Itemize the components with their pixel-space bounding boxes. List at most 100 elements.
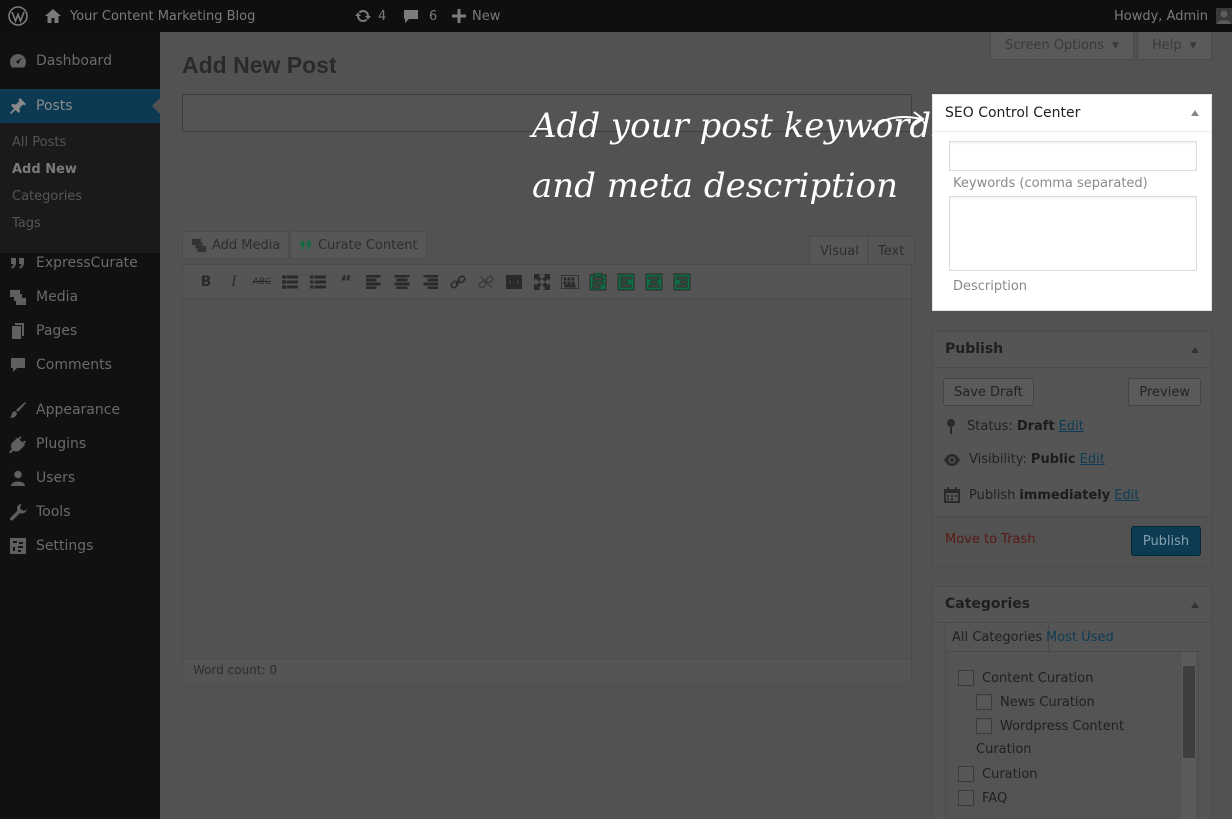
sidebar-item-label: Appearance — [36, 402, 121, 418]
category-checkbox[interactable] — [958, 670, 974, 686]
description-textarea[interactable] — [949, 196, 1197, 271]
help-button[interactable]: Help ▼ — [1137, 32, 1212, 60]
sidebar-item-plugins[interactable]: Plugins — [0, 427, 160, 461]
sidebar-item-media[interactable]: Media — [0, 280, 160, 314]
category-label: Content Curation — [982, 670, 1094, 686]
calendar-icon — [943, 486, 961, 504]
publish-box-header[interactable]: Publish — [933, 332, 1211, 368]
sidebar-item-label: Plugins — [36, 436, 87, 452]
updates-link[interactable]: 4 — [354, 0, 386, 32]
seo-box-title: SEO Control Center — [945, 105, 1081, 121]
sidebar-item-settings[interactable]: Settings — [0, 529, 160, 563]
bulleted-list-icon[interactable] — [281, 273, 299, 291]
sidebar-item-pages[interactable]: Pages — [0, 314, 160, 348]
categories-box-header[interactable]: Categories — [933, 587, 1211, 623]
curate-align-center-icon[interactable] — [645, 273, 663, 291]
list-item[interactable]: FAQ — [958, 790, 1007, 806]
collapse-toggle-icon[interactable] — [1191, 110, 1199, 116]
link-icon[interactable] — [449, 273, 467, 291]
category-scrollbar[interactable] — [1182, 652, 1196, 819]
post-content-editor[interactable]: B I ABC “ Word count: 0 — [182, 264, 912, 682]
category-checkbox[interactable] — [976, 694, 992, 710]
submenu-item-add-new[interactable]: Add New — [12, 162, 77, 177]
keywords-input[interactable] — [949, 141, 1197, 171]
edit-status-link[interactable]: Edit — [1059, 419, 1084, 434]
collapse-toggle-icon[interactable] — [1191, 602, 1199, 608]
tab-all-categories[interactable]: All Categories — [945, 622, 1050, 652]
comments-link[interactable]: 6 — [403, 0, 437, 32]
word-count: Word count: 0 — [183, 658, 911, 682]
new-content-link[interactable]: New — [452, 0, 500, 32]
sidebar-item-label: Comments — [36, 357, 112, 373]
align-right-icon[interactable] — [421, 273, 439, 291]
sidebar-item-tools[interactable]: Tools — [0, 495, 160, 529]
wordpress-logo-icon[interactable] — [8, 0, 28, 32]
sidebar-item-label: Pages — [36, 323, 78, 339]
brush-icon — [0, 401, 36, 419]
publish-box: Publish Save Draft Preview Status: Draft… — [932, 331, 1212, 567]
curate-align-right-icon[interactable] — [673, 273, 691, 291]
edit-schedule-link[interactable]: Edit — [1114, 488, 1139, 503]
align-left-icon[interactable] — [365, 273, 383, 291]
tab-visual[interactable]: Visual — [809, 236, 870, 266]
sidebar-item-expresscurate[interactable]: ExpressCurate — [0, 246, 160, 280]
numbered-list-icon[interactable] — [309, 273, 327, 291]
comments-count: 6 — [429, 8, 438, 24]
list-item[interactable]: Curation — [958, 766, 1038, 782]
edit-visibility-link[interactable]: Edit — [1080, 452, 1105, 467]
bold-icon[interactable]: B — [197, 273, 215, 291]
save-draft-button[interactable]: Save Draft — [943, 378, 1034, 406]
category-checkbox[interactable] — [958, 766, 974, 782]
category-checkbox[interactable] — [976, 718, 992, 734]
read-more-icon[interactable] — [505, 273, 523, 291]
add-media-label: Add Media — [212, 237, 281, 253]
curate-content-button[interactable]: Curate Content — [290, 231, 427, 259]
category-checkbox[interactable] — [958, 790, 974, 806]
sidebar-item-comments[interactable]: Comments — [0, 348, 160, 382]
sidebar-item-users[interactable]: Users — [0, 461, 160, 495]
list-item[interactable]: News Curation — [976, 694, 1095, 710]
admin-sidebar: Dashboard Posts All Posts Add New Catego… — [0, 32, 160, 819]
submenu-item-categories[interactable]: Categories — [12, 189, 82, 204]
description-label: Description — [953, 279, 1028, 294]
seo-box-header[interactable]: SEO Control Center — [933, 95, 1211, 132]
list-item[interactable]: Content Curation — [958, 670, 1093, 686]
unlink-icon[interactable] — [477, 273, 495, 291]
wrench-icon — [0, 503, 36, 521]
collapse-toggle-icon[interactable] — [1191, 347, 1199, 353]
blockquote-icon[interactable]: “ — [337, 272, 355, 293]
quote-icon — [0, 254, 36, 272]
publish-button[interactable]: Publish — [1131, 526, 1201, 556]
tab-text[interactable]: Text — [867, 236, 916, 266]
screen-options-button[interactable]: Screen Options ▼ — [990, 32, 1134, 60]
category-checklist: Content Curation News Curation Wordpress… — [945, 651, 1199, 819]
toolbar-toggle-icon[interactable] — [561, 273, 579, 291]
schedule-row: Publish immediately Edit — [943, 486, 1139, 504]
italic-icon[interactable]: I — [225, 273, 243, 291]
updates-count: 4 — [378, 8, 387, 24]
fullscreen-icon[interactable] — [533, 273, 551, 291]
my-account-link[interactable]: Howdy, Admin — [1114, 0, 1232, 32]
sidebar-item-dashboard[interactable]: Dashboard — [0, 44, 160, 78]
publish-label: Publish — [969, 487, 1016, 503]
sidebar-item-posts[interactable]: Posts — [0, 89, 160, 123]
sidebar-item-label: Users — [36, 470, 76, 486]
site-name-link[interactable]: Your Content Marketing Blog — [44, 0, 255, 32]
list-item[interactable]: Wordpress Content — [976, 718, 1124, 734]
add-media-button[interactable]: Add Media — [182, 231, 290, 259]
comment-bubble-icon — [403, 9, 419, 24]
curate-align-left-icon[interactable] — [617, 273, 635, 291]
submenu-item-all-posts[interactable]: All Posts — [12, 135, 66, 150]
align-center-icon[interactable] — [393, 273, 411, 291]
comment-icon — [0, 356, 36, 374]
sidebar-item-appearance[interactable]: Appearance — [0, 393, 160, 427]
strikethrough-icon[interactable]: ABC — [253, 273, 271, 291]
scrollbar-thumb[interactable] — [1183, 666, 1195, 758]
curate-block-icon[interactable] — [589, 273, 607, 291]
tab-most-used[interactable]: Most Used — [1040, 622, 1120, 652]
move-to-trash-link[interactable]: Move to Trash — [945, 532, 1036, 547]
media-icon — [191, 237, 207, 253]
preview-button[interactable]: Preview — [1128, 378, 1201, 406]
pin-icon — [943, 418, 959, 434]
submenu-item-tags[interactable]: Tags — [12, 216, 41, 231]
